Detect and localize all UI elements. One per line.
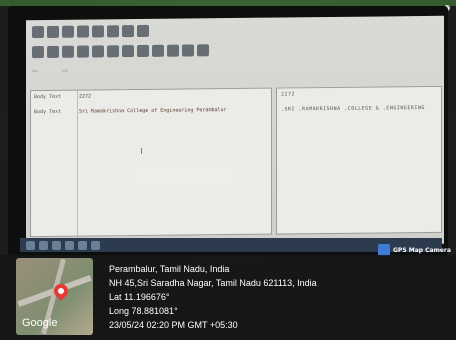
braille-text: .SRI .RAMAKRISHNA .COLLEGE & .ENGINEERIN… — [281, 105, 425, 113]
print-text: Sri Ramakrishna College of Engineering P… — [79, 107, 227, 115]
toolbar-top — [32, 24, 149, 40]
location-info: Perambalur, Tamil Nadu, India NH 45,Sri … — [109, 262, 317, 332]
tools-icon — [182, 44, 194, 57]
print-icon — [62, 25, 74, 38]
people-icon — [197, 44, 209, 57]
taskbar-app-icon — [39, 240, 48, 250]
style-label: Body Text — [34, 108, 62, 116]
location-city: Perambalur, Tamil Nadu, India — [109, 264, 230, 274]
taskbar-app-icon — [78, 240, 87, 250]
taskbar-app-icon — [65, 240, 74, 250]
location-lat: Lat 11.196676° — [109, 292, 170, 302]
italic-icon — [47, 45, 59, 58]
google-logo: Google — [22, 317, 58, 329]
style-icon — [167, 44, 179, 57]
print-text: 2272 — [79, 93, 92, 100]
align-right-icon — [122, 45, 134, 58]
font-icon — [77, 45, 89, 58]
table-icon — [107, 25, 119, 38]
undo-icon — [77, 25, 89, 38]
indent-icon — [152, 44, 164, 57]
monitor: Body Text 2272 Body Text Sri Ramakrishna… — [8, 6, 448, 256]
photo: Body Text 2272 Body Text Sri Ramakrishna… — [0, 0, 456, 340]
document-tab — [32, 70, 38, 73]
toolbar-format — [32, 44, 209, 60]
bold-icon — [32, 46, 44, 59]
list-icon — [137, 44, 149, 58]
location-long: Long 78.881081° — [109, 306, 178, 316]
gps-badge-label: GPS Map Camera — [393, 246, 451, 254]
style-label: Body Text — [34, 93, 62, 101]
text-cursor — [141, 147, 142, 154]
image-icon — [137, 24, 149, 38]
taskbar-app-icon — [52, 240, 61, 250]
location-datetime: 23/05/24 02:20 PM GMT +05:30 — [109, 320, 238, 330]
start-icon — [26, 240, 35, 250]
align-left-icon — [92, 45, 104, 58]
style-column-divider — [77, 90, 78, 236]
document-tab-2 — [62, 69, 68, 72]
braille-pane: 2272 .SRI .RAMAKRISHNA .COLLEGE & .ENGIN… — [276, 85, 442, 235]
screen-glare — [128, 156, 238, 196]
screen: Body Text 2272 Body Text Sri Ramakrishna… — [26, 15, 444, 249]
taskbar-app-icon — [91, 240, 100, 250]
redo-icon — [92, 25, 104, 38]
map-thumbnail: Google — [16, 258, 93, 335]
find-icon — [122, 25, 134, 38]
braille-text: 2272 — [281, 91, 296, 98]
align-center-icon — [107, 45, 119, 58]
location-address: NH 45,Sri Saradha Nagar, Tamil Nadu 6211… — [109, 278, 317, 288]
save-icon — [47, 25, 59, 38]
open-icon — [32, 26, 44, 39]
underline-icon — [62, 45, 74, 58]
